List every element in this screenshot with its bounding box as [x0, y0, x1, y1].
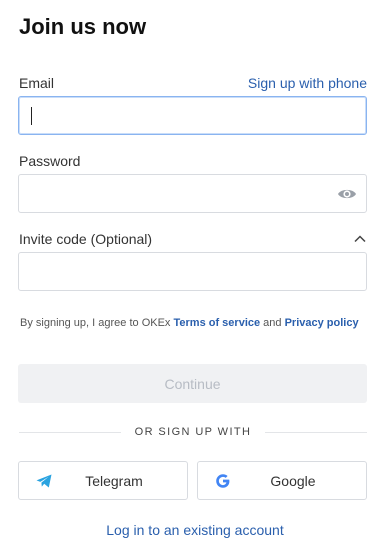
terms-prefix: By signing up, I agree to OKEx	[20, 317, 174, 329]
telegram-button[interactable]: Telegram	[18, 461, 188, 500]
divider-text: OR SIGN UP WITH	[134, 426, 252, 438]
email-field[interactable]	[18, 96, 367, 135]
password-label: Password	[19, 153, 81, 169]
eye-icon[interactable]	[337, 186, 357, 202]
terms-of-service-link[interactable]: Terms of service	[173, 317, 260, 329]
telegram-icon	[35, 472, 53, 490]
email-label: Email	[19, 75, 55, 91]
social-divider: OR SIGN UP WITH	[19, 425, 367, 439]
password-field[interactable]	[18, 174, 367, 213]
chevron-up-icon[interactable]	[353, 232, 367, 246]
divider-line	[19, 431, 121, 433]
invite-label-row: Invite code (Optional)	[19, 231, 367, 247]
password-label-row: Password	[19, 153, 367, 169]
continue-button[interactable]: Continue	[18, 364, 367, 403]
text-caret	[31, 107, 32, 125]
email-label-row: Email Sign up with phone	[19, 75, 367, 91]
invite-code-input[interactable]	[19, 253, 366, 290]
invite-code-field[interactable]	[18, 252, 367, 291]
terms-text: By signing up, I agree to OKEx Terms of …	[20, 315, 360, 332]
divider-line	[265, 431, 367, 433]
google-icon	[214, 472, 232, 490]
sign-up-with-phone-link[interactable]: Sign up with phone	[248, 75, 367, 91]
terms-and: and	[260, 317, 285, 329]
page-title: Join us now	[19, 14, 147, 39]
privacy-policy-link[interactable]: Privacy policy	[285, 317, 359, 329]
invite-code-label: Invite code (Optional)	[19, 231, 153, 247]
password-input[interactable]	[19, 175, 366, 212]
email-input[interactable]	[19, 97, 366, 134]
google-button[interactable]: Google	[197, 461, 367, 500]
login-link[interactable]: Log in to an existing account	[0, 522, 390, 538]
